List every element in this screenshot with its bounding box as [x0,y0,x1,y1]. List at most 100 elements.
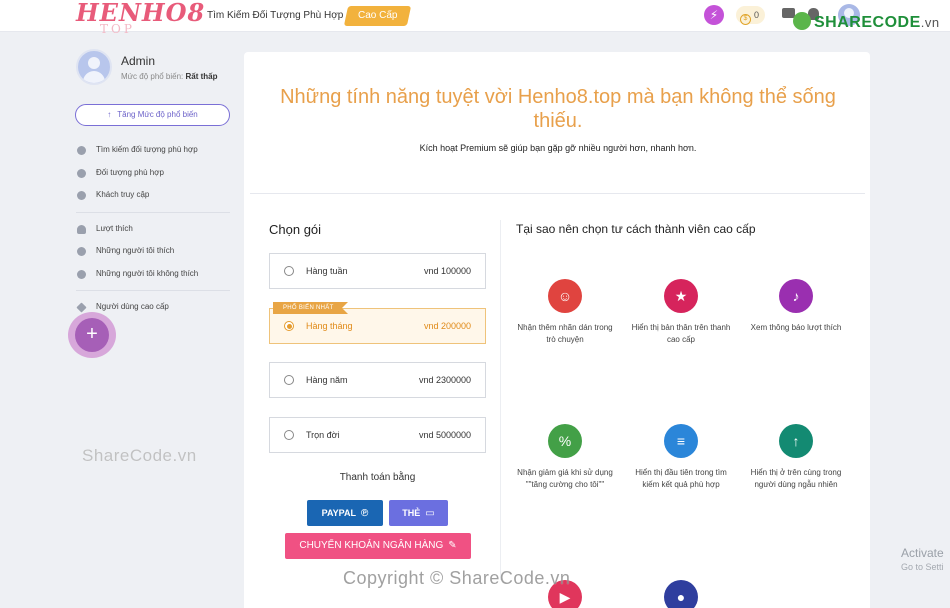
search-icon [77,146,86,155]
bank-icon: ✎ [448,540,457,551]
plan-radio[interactable] [284,375,294,385]
plan-yearly[interactable]: Hàng năm vnd 2300000 [269,362,486,398]
sidebar-divider [76,290,230,291]
add-button[interactable]: + [75,318,109,352]
upload-icon: ↑ [779,424,813,458]
watermark-bottom: Copyright © ShareCode.vn [343,568,571,588]
page-title: Những tính năng tuyệt vời Henho8.top mà … [280,86,836,132]
popularity-level: Mức độ phổ biến: Rất thấp [121,72,218,81]
credit-card-icon: ▭ [425,508,435,519]
credits-count: 0 [754,10,760,20]
boost-icon[interactable]: ⚡ [704,5,724,25]
credits-badge[interactable]: $0 [736,6,766,25]
sidebar-item-likes[interactable]: Lượt thích [76,221,230,244]
sharecode-brand-name: SHARECODE [814,14,921,31]
paypal-label: PAYPAL [321,508,356,518]
card-button[interactable]: THẺ ▭ [389,500,448,526]
thumbs-down-icon [77,269,86,279]
boost-popularity-button[interactable]: ↑ Tăng Mức độ phổ biến [75,104,230,126]
site-logo[interactable]: HENHO8 [76,0,205,27]
page-subtitle: Kích hoạt Premium sẽ giúp bạn gặp gỡ nhi… [419,143,697,153]
site-logo-sub: TOP [100,22,135,36]
feature-search-first: ≡ Hiển thị đầu tiên trong tìm kiếm kết q… [631,424,731,491]
profile-avatar[interactable] [76,49,112,85]
popularity-value: Rất thấp [185,72,218,81]
choose-plan-title: Chọn gói [269,222,322,237]
sidebar-menu: Tìm kiếm đối tượng phù hợp Đối tượng phù… [76,142,230,322]
plan-price: vnd 100000 [423,266,471,276]
feature-location: ● [631,580,731,608]
boost-popularity-label: Tăng Mức độ phổ biến [117,110,198,119]
plan-radio[interactable] [284,266,294,276]
sidebar-divider [76,211,230,213]
plan-price: vnd 200000 [423,321,471,331]
feature-text: Nhận thêm nhãn dán trong trò chuyện [517,323,613,344]
eye-icon [77,191,86,200]
plan-radio[interactable] [284,430,294,440]
sharecode-brand-suffix: .vn [920,15,940,30]
sidebar-item-i-liked[interactable]: Những người tôi thích [76,243,230,266]
why-premium-title: Tại sao nên chọn tư cách thành viên cao … [516,222,756,236]
column-divider [500,220,501,580]
nav-premium[interactable]: Cao Cấp [343,6,412,26]
sidebar-item-search[interactable]: Tìm kiếm đối tượng phù hợp [76,142,230,165]
bank-transfer-button[interactable]: CHUYỂN KHOẢN NGÂN HÀNG ✎ [285,533,471,559]
plan-weekly[interactable]: Hàng tuần vnd 100000 [269,253,486,289]
discount-icon: % [548,424,582,458]
sharecode-logo-icon [793,12,811,30]
activate-windows-sub: Go to Setti [901,562,944,572]
plan-lifetime[interactable]: Trọn đời vnd 5000000 [269,417,486,453]
feature-premium-bar: ★ Hiển thị bản thân trên thanh cao cấp [631,279,731,346]
sidebar-item-label: Đối tượng phù hợp [96,167,164,177]
sidebar-item-label: Lượt thích [96,223,133,233]
top-bar: HENHO8 TOP Tìm Kiếm Đối Tượng Phù Hợp Ca… [0,0,950,36]
plan-name: Trọn đời [306,430,340,440]
sidebar-item-label: Người dùng cao cấp [96,302,169,311]
profile-name[interactable]: Admin [121,54,155,68]
plan-radio[interactable] [284,321,294,331]
target-icon [77,168,86,178]
most-popular-tag: PHỔ BIẾN NHẤT [273,302,348,314]
sidebar-item-label: Những người tôi thích [96,246,175,255]
watermark-left: ShareCode.vn [82,446,197,465]
sticker-icon: ☺ [548,279,582,313]
feature-boost-discount: % Nhận giảm giá khi sử dụng ""tăng cường… [515,424,615,491]
paypal-icon: ℗ [360,508,369,519]
activate-windows-title: Activate [901,546,944,560]
card-label: THẺ [402,508,421,518]
coin-icon: $ [740,14,751,25]
feature-stickers: ☺ Nhận thêm nhãn dán trong trò chuyện [515,279,615,346]
paypal-button[interactable]: PAYPAL ℗ [307,500,383,526]
popularity-label: Mức độ phổ biến: [121,72,184,81]
heart-icon [77,224,86,234]
plan-name: Hàng tuần [306,266,348,276]
sidebar-item-visitors[interactable]: Khách truy cập [76,187,230,210]
star-icon: ★ [664,279,698,313]
sidebar-item-label: Khách truy cập [96,190,150,199]
bell-icon: ♪ [779,279,813,313]
nav-premium-label: Cao Cấp [358,10,398,21]
sidebar-item-i-disliked[interactable]: Những người tôi không thích [76,266,230,289]
layers-icon: ≡ [664,424,698,458]
feature-text: Hiển thị đầu tiên trong tìm kiếm kết quả… [635,468,727,489]
plan-name: Hàng năm [306,375,348,385]
nav-find-matches[interactable]: Tìm Kiếm Đối Tượng Phù Hợp [207,10,343,21]
arrow-up-icon: ↑ [107,110,112,119]
plan-price: vnd 5000000 [418,430,471,440]
bank-transfer-label: CHUYỂN KHOẢN NGÂN HÀNG [299,540,444,551]
location-icon: ● [664,580,698,608]
feature-text: Hiển thị bản thân trên thanh cao cấp [631,323,731,344]
feature-text: Hiển thị ở trên cùng trong người dùng ng… [750,468,842,489]
plan-name: Hàng tháng [306,321,353,331]
sidebar-item-matches[interactable]: Đối tượng phù hợp [76,165,230,188]
payment-title: Thanh toán bằng [339,472,416,483]
star-icon [76,302,87,313]
feature-like-notifications: ♪ Xem thông báo lượt thích [746,279,846,334]
sidebar-item-label: Những người tôi không thích [96,268,199,278]
feature-text: Xem thông báo lượt thích [750,323,842,332]
user-like-icon [77,247,86,256]
feature-random-top: ↑ Hiển thị ở trên cùng trong người dùng … [746,424,846,491]
card-divider [250,193,865,194]
sharecode-brand: SHARECODE.vn [793,12,940,32]
sidebar-item-label: Tìm kiếm đối tượng phù hợp [96,145,198,154]
